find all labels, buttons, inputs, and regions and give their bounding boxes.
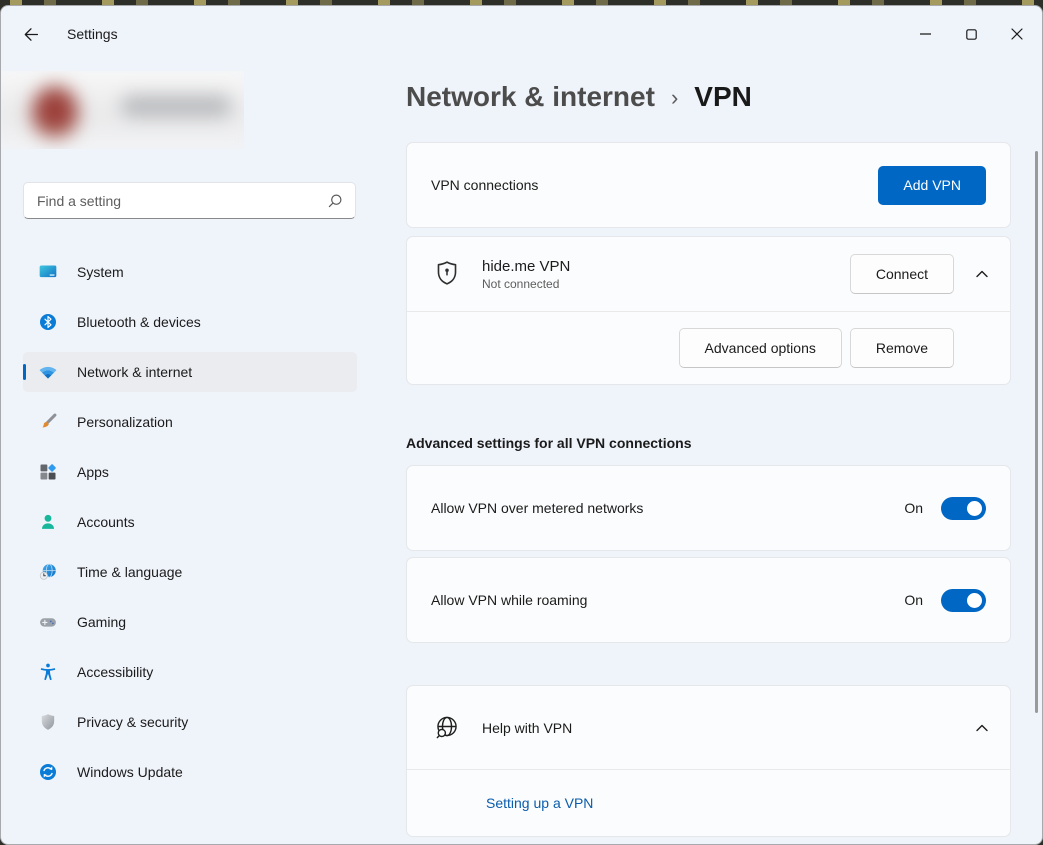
window-title: Settings (67, 26, 118, 42)
vertical-scrollbar[interactable] (1035, 151, 1038, 713)
network-icon (38, 362, 58, 382)
sidebar-nav: System Bluetooth & devices Network & int… (23, 252, 357, 792)
back-arrow-icon (22, 26, 39, 43)
search-box (23, 182, 356, 219)
roaming-label: Allow VPN while roaming (431, 592, 587, 608)
sidebar-item-label: Bluetooth & devices (77, 314, 201, 330)
maximize-icon (966, 29, 977, 40)
sidebar-item-privacy-security[interactable]: Privacy & security (23, 702, 357, 742)
user-profile[interactable] (1, 71, 244, 149)
gaming-icon (38, 612, 58, 632)
chevron-up-icon (976, 724, 988, 732)
toggle-state-label: On (904, 500, 923, 516)
sidebar-item-label: Windows Update (77, 764, 183, 780)
privacy-security-icon (38, 712, 58, 732)
sidebar-item-gaming[interactable]: Gaming (23, 602, 357, 642)
help-collapse-chevron[interactable] (954, 724, 1010, 732)
help-title: Help with VPN (482, 720, 572, 736)
chevron-up-icon (976, 270, 988, 278)
metered-networks-card: Allow VPN over metered networks On (406, 465, 1011, 551)
sidebar-item-time-language[interactable]: Time & language (23, 552, 357, 592)
accounts-icon (38, 512, 58, 532)
back-button[interactable] (11, 17, 49, 51)
sidebar-item-label: Network & internet (77, 364, 192, 380)
titlebar: Settings (1, 6, 1042, 62)
connect-button[interactable]: Connect (850, 254, 954, 294)
sidebar-item-apps[interactable]: Apps (23, 452, 357, 492)
roaming-card: Allow VPN while roaming On (406, 557, 1011, 643)
roaming-toggle[interactable] (941, 589, 986, 612)
windows-update-icon (38, 762, 58, 782)
system-icon (38, 262, 58, 282)
sidebar-item-bluetooth-devices[interactable]: Bluetooth & devices (23, 302, 357, 342)
sidebar-item-network-internet[interactable]: Network & internet (23, 352, 357, 392)
toggle-knob (967, 593, 982, 608)
vpn-name: hide.me VPN (482, 258, 570, 275)
toggle-knob (967, 501, 982, 516)
minimize-button[interactable] (902, 16, 948, 52)
toggle-state-label: On (904, 592, 923, 608)
apps-icon (38, 462, 58, 482)
page-title: VPN (694, 81, 752, 113)
sidebar-item-windows-update[interactable]: Windows Update (23, 752, 357, 792)
sidebar-item-label: Time & language (77, 564, 182, 580)
remove-button[interactable]: Remove (850, 328, 954, 368)
sidebar: System Bluetooth & devices Network & int… (1, 62, 381, 845)
vpn-entry-actions-row: Advanced options Remove (407, 312, 1010, 384)
blurred-profile-image (1, 71, 244, 149)
vpn-entry-card: hide.me VPN Not connected Connect Advanc… (406, 236, 1011, 385)
time-language-icon (38, 562, 58, 582)
vpn-status: Not connected (482, 277, 570, 291)
accessibility-icon (38, 662, 58, 682)
sidebar-item-system[interactable]: System (23, 252, 357, 292)
avatar (31, 85, 79, 141)
search-input[interactable] (37, 193, 327, 209)
metered-networks-label: Allow VPN over metered networks (431, 500, 643, 516)
vpn-entry-collapse-chevron[interactable] (954, 270, 1010, 278)
sidebar-item-personalization[interactable]: Personalization (23, 402, 357, 442)
maximize-button[interactable] (948, 16, 994, 52)
vpn-connections-label: VPN connections (431, 177, 538, 193)
vpn-shield-icon (433, 258, 463, 290)
globe-search-icon (433, 714, 461, 742)
close-button[interactable] (994, 16, 1040, 52)
bluetooth-icon (38, 312, 58, 332)
metered-networks-toggle[interactable] (941, 497, 986, 520)
advanced-options-button[interactable]: Advanced options (679, 328, 842, 368)
advanced-settings-section-title: Advanced settings for all VPN connection… (406, 433, 1011, 453)
sidebar-item-label: Apps (77, 464, 109, 480)
search-icon (327, 193, 343, 209)
personalization-icon (38, 412, 58, 432)
help-card: Help with VPN Setting up a VPN (406, 685, 1011, 837)
sidebar-item-label: Gaming (77, 614, 126, 630)
vpn-connections-card: VPN connections Add VPN (406, 142, 1011, 228)
breadcrumb: Network & internet › VPN (406, 76, 1011, 118)
sidebar-item-label: Personalization (77, 414, 173, 430)
sidebar-item-accessibility[interactable]: Accessibility (23, 652, 357, 692)
sidebar-item-label: Accessibility (77, 664, 153, 680)
vpn-entry-header-row: hide.me VPN Not connected Connect (407, 237, 1010, 311)
setting-up-vpn-link[interactable]: Setting up a VPN (486, 795, 593, 811)
settings-window: Settings (0, 5, 1043, 845)
help-header-row: Help with VPN (407, 686, 1010, 769)
sidebar-item-label: System (77, 264, 124, 280)
breadcrumb-parent[interactable]: Network & internet (406, 81, 655, 113)
close-icon (1011, 28, 1023, 40)
add-vpn-button[interactable]: Add VPN (878, 166, 986, 205)
sidebar-item-label: Privacy & security (77, 714, 188, 730)
minimize-icon (920, 33, 931, 35)
sidebar-item-accounts[interactable]: Accounts (23, 502, 357, 542)
sidebar-item-label: Accounts (77, 514, 135, 530)
blurred-username (121, 95, 231, 117)
main-content: Network & internet › VPN VPN connections… (381, 62, 1042, 845)
breadcrumb-separator-icon: › (671, 85, 678, 111)
